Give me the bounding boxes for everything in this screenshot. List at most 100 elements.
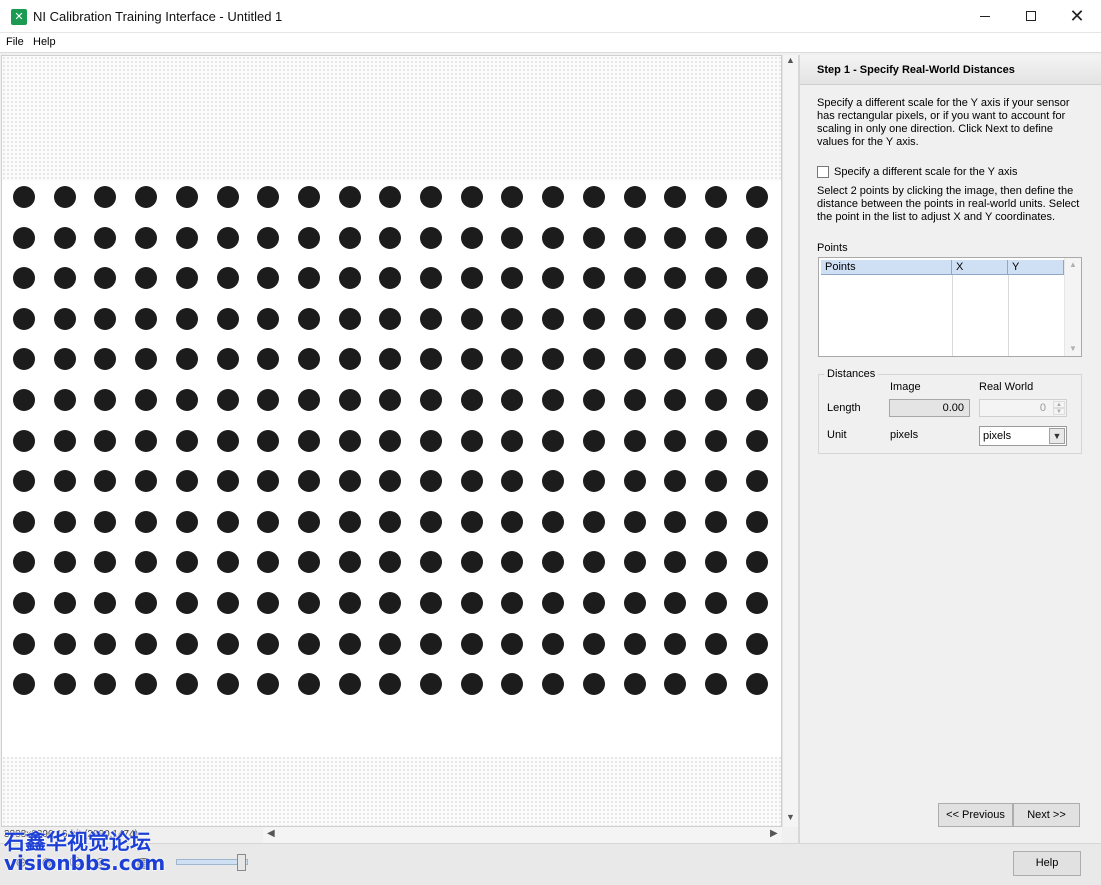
calibration-dot <box>257 511 279 533</box>
calibration-dot <box>13 470 35 492</box>
close-button[interactable]: ✕ <box>1054 0 1100 32</box>
table-scroll-up-icon[interactable]: ▲ <box>1069 260 1077 269</box>
calibration-grid-image[interactable] <box>2 181 781 757</box>
real-world-unit-select[interactable]: pixels ▼ <box>979 426 1067 446</box>
calibration-dot <box>583 430 605 452</box>
calibration-dot <box>339 348 361 370</box>
calibration-dot <box>501 186 523 208</box>
calibration-dot <box>461 430 483 452</box>
calibration-dot <box>746 511 768 533</box>
calibration-dot <box>624 470 646 492</box>
calibration-dot <box>135 186 157 208</box>
scroll-up-icon[interactable]: ▲ <box>786 55 795 65</box>
calibration-dot <box>176 633 198 655</box>
calibration-dot <box>94 551 116 573</box>
panel-header: Step 1 - Specify Real-World Distances <box>800 55 1101 85</box>
calibration-dot <box>298 227 320 249</box>
calibration-dot <box>420 348 442 370</box>
help-button[interactable]: Help <box>1013 851 1081 876</box>
calibration-dot <box>257 308 279 330</box>
menu-help[interactable]: Help <box>33 36 56 48</box>
calibration-dot <box>339 227 361 249</box>
scroll-left-icon[interactable]: ◀ <box>267 828 275 839</box>
calibration-dot <box>664 551 686 573</box>
y-scale-checkbox-row[interactable]: Specify a different scale for the Y axis <box>817 165 1017 179</box>
calibration-dot <box>461 186 483 208</box>
calibration-dot <box>583 551 605 573</box>
calibration-dot <box>705 348 727 370</box>
calibration-dot <box>54 470 76 492</box>
calibration-dot <box>501 389 523 411</box>
scroll-right-icon[interactable]: ▶ <box>770 828 778 839</box>
window-title: NI Calibration Training Interface - Unti… <box>33 9 283 24</box>
calibration-dot <box>583 267 605 289</box>
length-label: Length <box>827 402 861 414</box>
column-header-points[interactable]: Points <box>821 260 952 275</box>
calibration-dot <box>94 308 116 330</box>
calibration-dot <box>257 470 279 492</box>
y-scale-checkbox-label[interactable]: Specify a different scale for the Y axis <box>834 166 1017 178</box>
column-divider <box>952 275 953 356</box>
calibration-dot <box>624 389 646 411</box>
calibration-dot <box>542 470 564 492</box>
calibration-dot <box>298 673 320 695</box>
previous-button[interactable]: << Previous <box>938 803 1013 827</box>
column-header-x[interactable]: X <box>952 260 1008 275</box>
real-world-unit-value: pixels <box>983 430 1012 442</box>
column-header-y[interactable]: Y <box>1008 260 1064 275</box>
calibration-dot <box>379 430 401 452</box>
maximize-button[interactable] <box>1008 0 1054 32</box>
calibration-dot <box>217 348 239 370</box>
calibration-dot <box>257 430 279 452</box>
calibration-dot <box>54 308 76 330</box>
calibration-dot <box>339 308 361 330</box>
calibration-dot <box>257 389 279 411</box>
calibration-dot <box>217 633 239 655</box>
calibration-dot <box>379 267 401 289</box>
calibration-dot <box>379 348 401 370</box>
calibration-dot <box>13 348 35 370</box>
calibration-dot <box>542 592 564 614</box>
calibration-dot <box>94 470 116 492</box>
calibration-dot <box>339 592 361 614</box>
scroll-down-icon[interactable]: ▼ <box>786 812 795 822</box>
calibration-dot <box>257 186 279 208</box>
calibration-dot <box>624 186 646 208</box>
zoom-slider-handle[interactable] <box>237 854 246 871</box>
calibration-dot <box>746 308 768 330</box>
y-scale-checkbox[interactable] <box>817 166 829 178</box>
calibration-dot <box>94 227 116 249</box>
calibration-dot <box>583 348 605 370</box>
points-table[interactable]: Points X Y ▲ ▼ <box>818 257 1082 357</box>
calibration-dot <box>94 430 116 452</box>
points-table-scrollbar[interactable]: ▲ ▼ <box>1064 258 1081 356</box>
calibration-dot <box>664 186 686 208</box>
vertical-scrollbar[interactable]: ▲ ▼ <box>782 55 798 827</box>
next-button[interactable]: Next >> <box>1013 803 1080 827</box>
minimize-button[interactable] <box>962 0 1008 32</box>
points-label: Points <box>817 242 848 254</box>
horizontal-scrollbar[interactable]: ◀ ▶ <box>263 827 782 843</box>
watermark: 石鑫华视觉论坛 visionbbs.com <box>4 831 165 874</box>
menu-file[interactable]: File <box>6 36 24 48</box>
calibration-dot <box>420 551 442 573</box>
chevron-down-icon[interactable]: ▼ <box>1049 428 1065 444</box>
calibration-dot <box>746 673 768 695</box>
calibration-dot <box>624 673 646 695</box>
calibration-dot <box>705 511 727 533</box>
title-bar: ✕ NI Calibration Training Interface - Un… <box>0 0 1101 33</box>
calibration-dot <box>583 673 605 695</box>
calibration-dot <box>461 348 483 370</box>
calibration-dot <box>746 267 768 289</box>
calibration-dot <box>420 267 442 289</box>
calibration-dot <box>583 308 605 330</box>
calibration-dot <box>501 592 523 614</box>
calibration-dot <box>217 186 239 208</box>
table-scroll-down-icon[interactable]: ▼ <box>1069 344 1077 353</box>
image-viewer[interactable] <box>1 55 782 827</box>
calibration-dot <box>461 389 483 411</box>
distances-legend: Distances <box>824 368 879 380</box>
calibration-dot <box>135 592 157 614</box>
calibration-dot <box>13 186 35 208</box>
calibration-dot <box>257 551 279 573</box>
